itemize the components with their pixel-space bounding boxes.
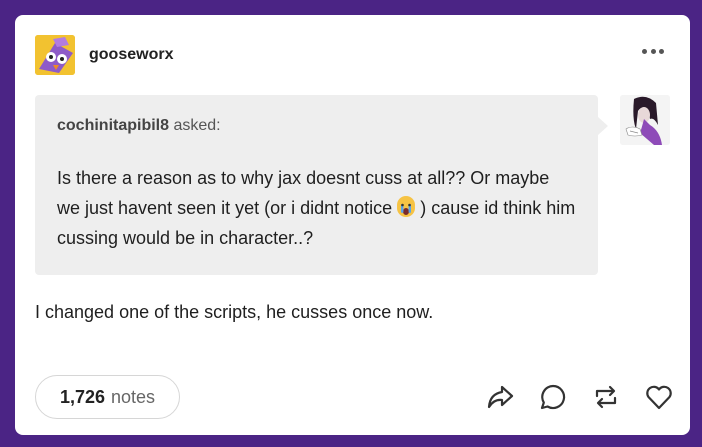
post-actions: [485, 382, 674, 412]
more-options-icon[interactable]: [642, 49, 664, 55]
ask-bubble-tail: [598, 117, 608, 135]
asker-line: cochinitapibil8 asked:: [57, 117, 578, 135]
dot: [650, 49, 656, 54]
crying-emoji-icon: [397, 196, 416, 217]
ask-question: Is there a reason as to why jax doesnt c…: [57, 163, 577, 253]
author-avatar[interactable]: [35, 35, 75, 75]
notes-button[interactable]: 1,726 notes: [35, 375, 180, 419]
reblog-icon[interactable]: [591, 382, 621, 412]
notes-label: notes: [111, 386, 156, 407]
asker-username[interactable]: cochinitapibil8: [57, 117, 169, 134]
reply-icon[interactable]: [538, 382, 568, 412]
author-username[interactable]: gooseworx: [89, 46, 173, 64]
post-card: gooseworx cochinitapibil8 asked: Is ther…: [15, 15, 690, 435]
asker-avatar[interactable]: [620, 95, 670, 145]
notes-count: 1,726: [59, 386, 105, 407]
author-avatar-image: [35, 35, 75, 75]
asker-avatar-image: [620, 95, 670, 145]
dot: [642, 49, 647, 54]
ask-bubble: cochinitapibil8 asked: Is there a reason…: [35, 95, 598, 275]
post-header: gooseworx: [35, 34, 173, 76]
like-icon[interactable]: [644, 382, 674, 412]
asked-label: asked:: [173, 117, 221, 134]
answer-text: I changed one of the scripts, he cusses …: [35, 302, 434, 322]
dot: [659, 49, 664, 54]
share-icon[interactable]: [485, 382, 515, 412]
